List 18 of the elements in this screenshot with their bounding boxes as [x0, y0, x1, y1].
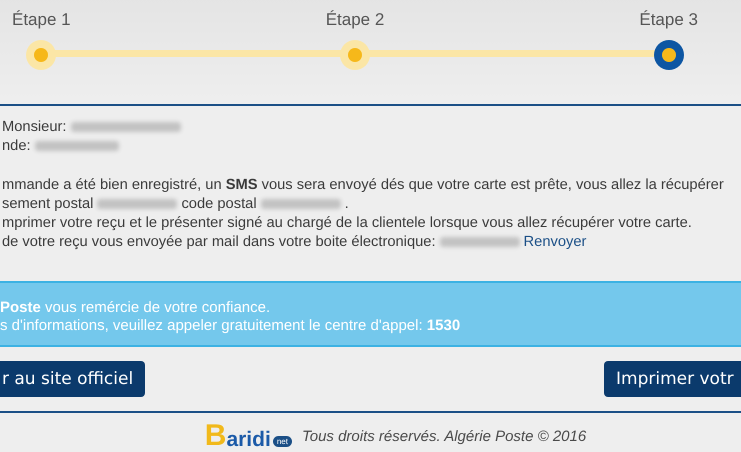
baridinet-logo: Baridi net	[204, 421, 292, 451]
detail-text: nde:	[2, 138, 31, 154]
detail-text: Monsieur:	[2, 118, 66, 134]
official-site-button[interactable]: r au site officiel	[0, 361, 146, 397]
detail-text: code postal	[181, 196, 257, 212]
step-label: Étape 2	[326, 10, 384, 31]
detail-text: de votre reçu vous envoyée par mail dans votre boite électronique:	[2, 234, 436, 250]
notice-text: Poste vous remércie de votre confiance.	[0, 299, 272, 317]
step-label: Étape 1	[12, 10, 71, 31]
step-label: Étape 3	[639, 10, 698, 31]
notice-text: s d'informations, veuillez appeler gratuitement le centre d'appel: 1530	[0, 317, 462, 335]
detail-text: mmande a été bien enregistré, un SMS vous sera envoyé dés que votre carte est prête, vous allez la récupérer	[2, 176, 724, 192]
resend-link[interactable]: Renvoyer	[524, 234, 586, 250]
detail-text: .	[344, 196, 349, 212]
copyright-text: Tous droits réservés. Algérie Poste © 2016	[302, 428, 586, 444]
print-button[interactable]: Imprimer votr	[604, 361, 741, 397]
detail-text: sement postal	[2, 196, 94, 212]
detail-text: mprimer votre reçu et le présenter signé au chargé de la clientele lorsque vous allez récupérer votre carte.	[2, 214, 692, 230]
